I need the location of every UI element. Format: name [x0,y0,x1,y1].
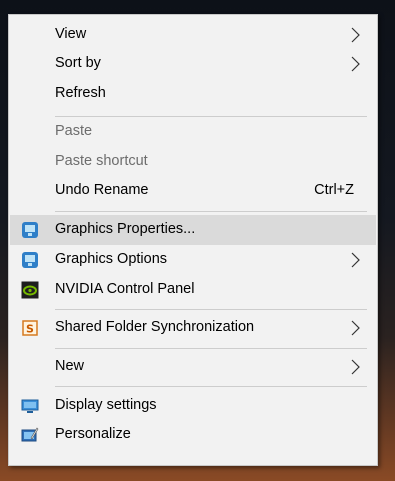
menu-item-label: NVIDIA Control Panel [55,281,195,297]
menu-item-paste: Paste [10,117,376,147]
menu-separator [55,211,367,212]
menu-item-label: Graphics Options [55,251,168,267]
chevron-right-icon [351,359,360,375]
menu-item-shared-folder-sync[interactable]: S Shared Folder Synchronization [10,313,376,343]
menu-item-label: Refresh [55,85,106,101]
chevron-right-icon [351,320,360,336]
personalize-icon [21,427,39,442]
menu-item-sort-by[interactable]: Sort by [10,49,376,79]
menu-separator [55,386,367,387]
menu-item-label: Paste shortcut [55,153,148,169]
intel-graphics-icon [22,252,38,268]
nvidia-icon [21,281,39,299]
menu-item-new[interactable]: New [10,352,376,382]
menu-item-personalize[interactable]: Personalize [10,420,376,450]
menu-separator [55,348,367,349]
chevron-right-icon [351,27,360,43]
menu-item-graphics-properties[interactable]: Graphics Properties... [10,215,376,245]
shared-folder-sync-icon: S [22,320,38,336]
menu-item-label: Shared Folder Synchronization [55,319,255,335]
menu-item-refresh[interactable]: Refresh [10,79,376,109]
menu-item-view[interactable]: View [10,20,376,50]
desktop-context-menu: View Sort by Refresh Paste Paste shortcu… [8,14,378,466]
menu-item-label: Sort by [55,55,101,71]
menu-separator [55,309,367,310]
menu-item-label: Display settings [55,397,157,413]
menu-item-paste-shortcut: Paste shortcut [10,147,376,177]
chevron-right-icon [351,252,360,268]
svg-text:S: S [26,323,34,336]
menu-item-label: Undo Rename [55,182,149,198]
menu-item-label: Paste [55,123,93,139]
menu-item-label: View [55,26,87,42]
menu-item-display-settings[interactable]: Display settings [10,391,376,421]
display-icon [21,399,39,413]
menu-item-label: Graphics Properties... [55,221,196,237]
menu-item-graphics-options[interactable]: Graphics Options [10,245,376,275]
menu-item-nvidia-control-panel[interactable]: NVIDIA Control Panel [10,275,376,305]
menu-item-undo-rename[interactable]: Undo Rename Ctrl+Z [10,176,376,206]
intel-graphics-icon [22,222,38,238]
chevron-right-icon [351,56,360,72]
menu-item-label: New [55,358,85,374]
menu-item-label: Personalize [55,426,131,442]
shortcut-text: Ctrl+Z [314,182,354,198]
